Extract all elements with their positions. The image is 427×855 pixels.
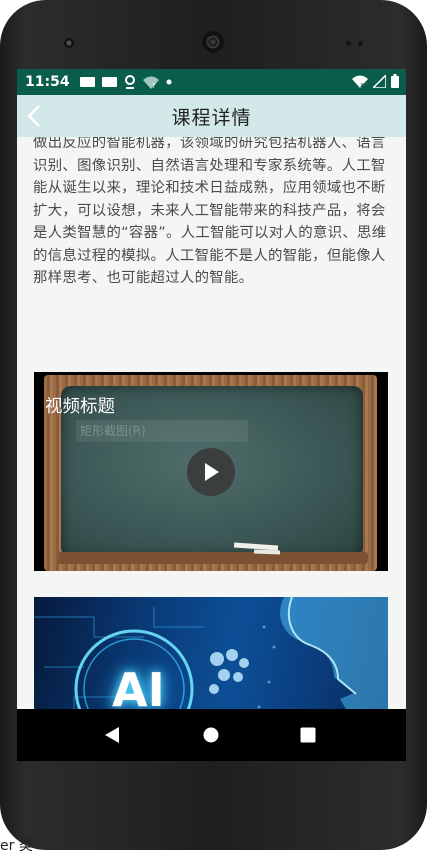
play-icon — [205, 463, 219, 481]
front-camera — [64, 38, 74, 48]
screen: 11:54 ? x 课程详情 做出反应的智能机器，该领域的研究包括机器人、语言识… — [17, 69, 406, 761]
nav-recents-button[interactable] — [288, 709, 328, 761]
status-bar: 11:54 ? x — [17, 69, 406, 95]
light-sensor — [358, 41, 363, 46]
play-button[interactable] — [187, 448, 235, 496]
back-button[interactable] — [27, 103, 51, 129]
triangle-back-icon — [105, 727, 119, 743]
wifi-question-icon: ? — [142, 76, 159, 89]
svg-text:?: ? — [152, 82, 156, 89]
status-time: 11:54 — [25, 74, 70, 90]
svg-text:x: x — [360, 81, 364, 88]
location-icon — [124, 75, 136, 89]
page-title: 课程详情 — [171, 106, 252, 129]
chevron-left-icon — [27, 105, 40, 127]
video-title: 视频标题 — [45, 397, 115, 417]
course-detail-content[interactable]: 做出反应的智能机器，该领域的研究包括机器人、语言识别、图像识别、自然语言处理和专… — [17, 137, 406, 709]
wifi-x-icon: x — [352, 73, 368, 92]
system-navigation-bar — [17, 709, 406, 761]
nav-home-button[interactable] — [191, 709, 231, 761]
screenshot-overlay-label: 矩形截图(R) — [76, 420, 248, 442]
notification-card-icon — [101, 77, 117, 87]
notification-card-icon — [79, 77, 95, 87]
battery-icon — [391, 73, 399, 92]
chalk-piece — [253, 549, 281, 555]
app-title-bar: 课程详情 — [17, 95, 406, 137]
video-thumbnail-chalk-tray — [58, 552, 368, 564]
nav-back-button[interactable] — [92, 709, 132, 761]
dot-icon — [166, 79, 172, 85]
circle-home-icon — [203, 727, 219, 743]
cut-off-text: er 类 — [0, 838, 33, 854]
ai-illustration-image: AI — [34, 597, 388, 709]
phone-frame: 11:54 ? x 课程详情 做出反应的智能机器，该领域的研究包括机器人、语言识… — [0, 0, 427, 850]
signal-icon — [371, 72, 387, 92]
course-description: 做出反应的智能机器，该领域的研究包括机器人、语言识别、图像识别、自然语言处理和专… — [33, 137, 387, 286]
square-recents-icon — [300, 727, 316, 743]
video-player[interactable]: 矩形截图(R) 视频标题 — [34, 372, 388, 571]
earpiece-speaker — [202, 31, 224, 53]
proximity-sensor — [346, 41, 351, 46]
ai-logo-text: AI — [112, 663, 165, 709]
circuit-pattern-graphic — [34, 597, 388, 709]
